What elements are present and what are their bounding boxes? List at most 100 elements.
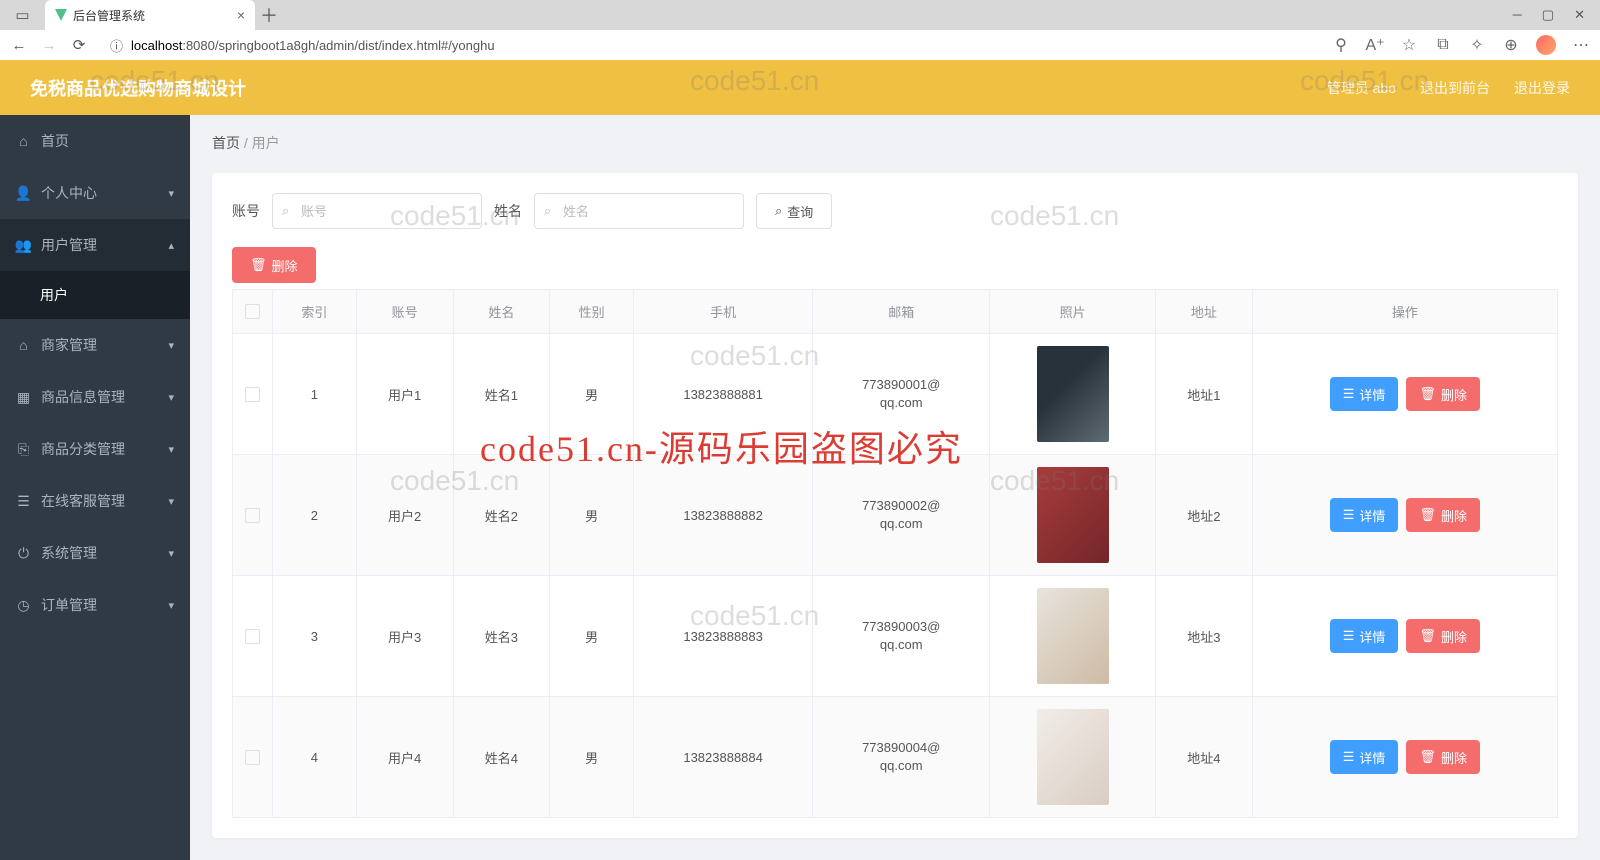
- sidebar-item-0[interactable]: ⌂首页: [0, 115, 190, 167]
- detail-icon: ☰: [1343, 386, 1355, 402]
- query-button[interactable]: ⌕ 查询: [756, 193, 832, 229]
- sidebar-item-2[interactable]: 👥用户管理▴: [0, 219, 190, 271]
- chevron-down-icon: ▾: [168, 547, 174, 560]
- account-input[interactable]: [272, 193, 482, 229]
- sidebar: ⌂首页👤个人中心▾👥用户管理▴用户⌂商家管理▾▦商品信息管理▾⎘商品分类管理▾ ☰…: [0, 115, 190, 860]
- logout-link[interactable]: 退出登录: [1514, 78, 1570, 98]
- row-checkbox[interactable]: [245, 508, 260, 523]
- table-row: 2用户2姓名2男13823888882773890002@qq.com地址2☰ …: [233, 455, 1558, 576]
- extensions-icon[interactable]: ⊕: [1502, 36, 1520, 54]
- cell-photo: [990, 334, 1156, 455]
- user-avatar: [1037, 709, 1109, 805]
- site-title: 免税商品优选购物商城设计: [30, 75, 246, 101]
- exit-to-front-link[interactable]: 退出到前台: [1420, 78, 1490, 98]
- close-window-icon[interactable]: ✕: [1574, 7, 1585, 23]
- cell-address: 地址3: [1156, 576, 1253, 697]
- sidebar-item-7[interactable]: ⏻系统管理▾: [0, 527, 190, 579]
- tab-list-icon[interactable]: ▭: [14, 6, 32, 24]
- detail-button[interactable]: ☰ 详情: [1330, 377, 1399, 411]
- sidebar-item-8[interactable]: ◷订单管理▾: [0, 579, 190, 631]
- cell-photo: [990, 455, 1156, 576]
- delete-button[interactable]: 🗑 删除: [1406, 498, 1480, 532]
- browser-tab[interactable]: 后台管理系统 ×: [45, 0, 255, 30]
- key-icon[interactable]: ⚲: [1332, 36, 1350, 54]
- table-header: 地址: [1156, 290, 1253, 334]
- breadcrumb-home[interactable]: 首页: [212, 135, 240, 151]
- cell-address: 地址4: [1156, 697, 1253, 818]
- delete-button[interactable]: 🗑 删除: [1406, 740, 1480, 774]
- cell-photo: [990, 576, 1156, 697]
- sidebar-item-3[interactable]: ⌂商家管理▾: [0, 319, 190, 371]
- row-checkbox[interactable]: [245, 629, 260, 644]
- site-header: 免税商品优选购物商城设计 管理员 abo 退出到前台 退出登录: [0, 60, 1600, 115]
- cell-account: 用户4: [356, 697, 453, 818]
- cell-name: 姓名4: [453, 697, 550, 818]
- forward-icon[interactable]: →: [40, 36, 58, 54]
- batch-delete-button[interactable]: 🗑 删除: [232, 247, 316, 283]
- users-icon: 👥: [16, 238, 31, 253]
- select-all-checkbox[interactable]: [245, 304, 260, 319]
- cell-gender: 男: [550, 576, 634, 697]
- cell-phone: 13823888881: [634, 334, 813, 455]
- table-header: 账号: [356, 290, 453, 334]
- chevron-down-icon: ▾: [168, 187, 174, 200]
- cell-index: 3: [273, 576, 357, 697]
- name-input[interactable]: [534, 193, 744, 229]
- sidebar-item-1[interactable]: 👤个人中心▾: [0, 167, 190, 219]
- address-bar-row: ← → ⟳ ⓘ localhost:8080/springboot1a8gh/a…: [0, 30, 1600, 60]
- detail-icon: ☰: [1343, 507, 1355, 523]
- sidebar-item-5[interactable]: ⎘商品分类管理▾: [0, 423, 190, 475]
- home-icon: ⌂: [16, 134, 31, 149]
- back-icon[interactable]: ←: [10, 36, 28, 54]
- sidebar-item-label: 在线客服管理: [41, 491, 125, 511]
- info-icon: ⓘ: [110, 36, 123, 55]
- table-header: 索引: [273, 290, 357, 334]
- account-label: 账号: [232, 201, 260, 221]
- cell-address: 地址2: [1156, 455, 1253, 576]
- new-tab-button[interactable]: ＋: [255, 1, 283, 29]
- sidebar-subitem-user[interactable]: 用户: [0, 271, 190, 319]
- cell-name: 姓名1: [453, 334, 550, 455]
- table-header: 操作: [1252, 290, 1557, 334]
- detail-button[interactable]: ☰ 详情: [1330, 498, 1399, 532]
- sidebar-item-4[interactable]: ▦商品信息管理▾: [0, 371, 190, 423]
- cell-index: 2: [273, 455, 357, 576]
- cell-email: 773890001@qq.com: [813, 334, 990, 455]
- sidebar-item-6[interactable]: ☰在线客服管理▾: [0, 475, 190, 527]
- delete-button[interactable]: 🗑 删除: [1406, 619, 1480, 653]
- cell-name: 姓名2: [453, 455, 550, 576]
- breadcrumb: 首页 / 用户: [212, 133, 1578, 153]
- cell-index: 1: [273, 334, 357, 455]
- minimize-icon[interactable]: ─: [1513, 7, 1522, 23]
- read-aloud-icon[interactable]: A⁺: [1366, 36, 1384, 54]
- delete-button[interactable]: 🗑 删除: [1406, 377, 1480, 411]
- admin-label[interactable]: 管理员 abo: [1327, 78, 1396, 98]
- favorites-icon[interactable]: ☆: [1400, 36, 1418, 54]
- table-row: 1用户1姓名1男13823888881773890001@qq.com地址1☰ …: [233, 334, 1558, 455]
- detail-icon: ☰: [1343, 749, 1355, 765]
- sidebar-item-label: 订单管理: [41, 595, 97, 615]
- profile-avatar-icon[interactable]: [1536, 35, 1556, 55]
- breadcrumb-sep: /: [244, 135, 248, 151]
- row-checkbox[interactable]: [245, 387, 260, 402]
- table-row: 3用户3姓名3男13823888883773890003@qq.com地址3☰ …: [233, 576, 1558, 697]
- list-icon: ☰: [16, 494, 31, 509]
- cell-email: 773890003@qq.com: [813, 576, 990, 697]
- collections-icon[interactable]: ✧: [1468, 36, 1486, 54]
- cell-email: 773890004@qq.com: [813, 697, 990, 818]
- detail-button[interactable]: ☰ 详情: [1330, 740, 1399, 774]
- power-icon: ⏻: [16, 546, 31, 561]
- maximize-icon[interactable]: ▢: [1542, 7, 1554, 23]
- row-checkbox[interactable]: [245, 750, 260, 765]
- chevron-down-icon: ▾: [168, 599, 174, 612]
- address-bar[interactable]: ⓘ localhost:8080/springboot1a8gh/admin/d…: [100, 36, 1320, 55]
- main-card: 账号 ⌕ 姓名 ⌕ ⌕ 查询 🗑 删除 索引: [212, 173, 1578, 838]
- trash-icon: 🗑: [1419, 507, 1436, 523]
- split-icon[interactable]: ⧉: [1434, 36, 1452, 54]
- user-avatar: [1037, 467, 1109, 563]
- url-host: localhost: [131, 38, 182, 53]
- close-tab-icon[interactable]: ×: [237, 7, 245, 23]
- reload-icon[interactable]: ⟳: [70, 36, 88, 54]
- detail-button[interactable]: ☰ 详情: [1330, 619, 1399, 653]
- menu-dots-icon[interactable]: ⋯: [1572, 36, 1590, 54]
